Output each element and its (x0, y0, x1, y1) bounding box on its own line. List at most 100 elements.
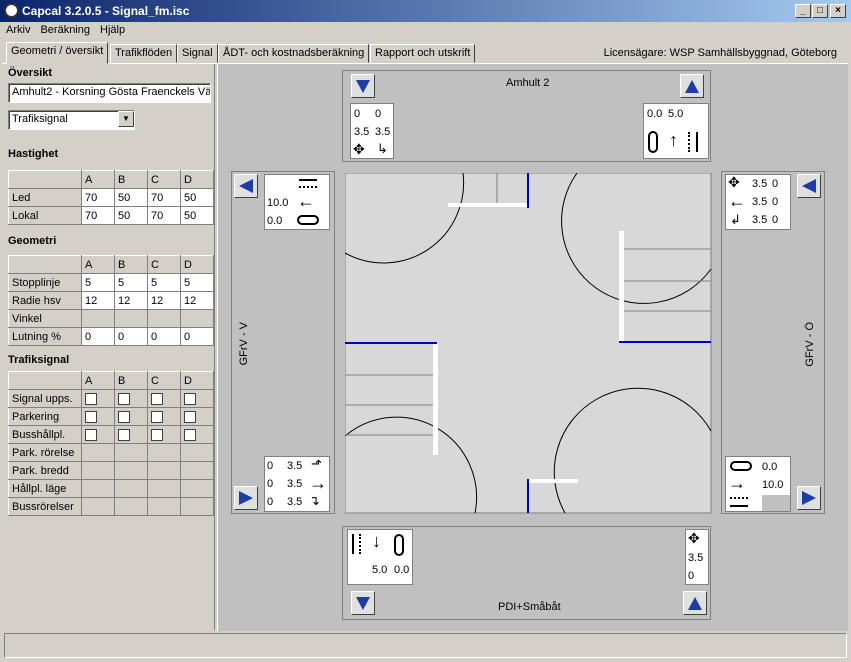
north-lane-box-left[interactable]: 0 0 3.5 3.5 ✥ ↳ (350, 103, 394, 159)
east-lane-box-top[interactable]: ✥ 3.5 0 ← 3.5 0 ↲ 3.5 0 (725, 174, 791, 230)
status-bar (4, 633, 847, 658)
tab-trafikfloden[interactable]: Trafikflöden (110, 44, 178, 63)
speed-cell[interactable]: 50 (180, 188, 214, 207)
tab-adt[interactable]: ÅDT- och kostnadsberäkning (218, 44, 370, 63)
menu-arkiv[interactable]: Arkiv (0, 22, 34, 36)
speed-heading: Hastighet (8, 148, 59, 160)
checkbox[interactable] (85, 392, 97, 405)
tab-rapport[interactable]: Rapport och utskrift (370, 44, 476, 63)
overview-heading: Översikt (8, 67, 53, 79)
arrow-down-button[interactable] (351, 74, 375, 98)
checkbox[interactable] (118, 428, 130, 441)
north-lane-box-right[interactable]: 0.0 5.0 ↑ (643, 103, 709, 159)
maximize-button[interactable]: □ (812, 4, 828, 18)
col-d: D (180, 255, 214, 274)
row-label: Busshållpl. (8, 425, 82, 444)
geo-cell[interactable]: 5 (147, 273, 181, 292)
arrow-right-icon: → (728, 473, 746, 493)
row-label: Led (8, 188, 82, 207)
geo-cell (180, 309, 214, 328)
col-c: C (147, 255, 181, 274)
speed-cell[interactable]: 70 (147, 188, 181, 207)
geo-cell[interactable]: 12 (81, 291, 115, 310)
geo-cell[interactable]: 0 (147, 327, 181, 346)
tab-geometri[interactable]: Geometri / översikt (6, 42, 109, 64)
tab-signal[interactable]: Signal (177, 44, 218, 63)
checkbox[interactable] (85, 428, 97, 441)
speed-cell[interactable]: 70 (147, 206, 181, 225)
geo-cell[interactable]: 0 (81, 327, 115, 346)
row-label: Stopplinje (8, 273, 82, 292)
checkbox[interactable] (85, 410, 97, 423)
checkbox[interactable] (184, 410, 196, 423)
arrow-left-icon: ← (297, 191, 315, 211)
checkbox[interactable] (184, 392, 196, 405)
menu-hjalp[interactable]: Hjälp (94, 22, 129, 36)
checkbox[interactable] (151, 428, 163, 441)
close-button[interactable]: × (830, 4, 846, 18)
arrow-up-button[interactable] (683, 591, 707, 615)
speed-table: ABCD Led 70 50 70 50 Lokal 70 50 70 50 (8, 170, 214, 225)
col-b: B (114, 255, 148, 274)
left-panel: Översikt Amhult2 - Korsning Gösta Fraenc… (4, 64, 215, 630)
row-label: Park. bredd (8, 461, 82, 480)
speed-cell[interactable]: 70 (81, 188, 115, 207)
arrow-up-button[interactable] (680, 74, 704, 98)
geo-cell (147, 309, 181, 328)
checkbox[interactable] (184, 428, 196, 441)
col-a: A (81, 170, 115, 189)
col-c: C (147, 371, 181, 390)
east-lane-box-bottom[interactable]: 0.0 → 10.0 (725, 456, 791, 512)
geo-cell[interactable]: 5 (81, 273, 115, 292)
approach-name: Amhult 2 (506, 77, 550, 89)
geo-cell (81, 309, 115, 328)
approach-name: PDI+Småbåt (498, 601, 561, 613)
south-lane-box-left[interactable]: ↓ 5.0 0.0 (347, 529, 413, 585)
geo-cell[interactable]: 0 (180, 327, 214, 346)
signal-table: ABCD Signal upps. Parkering Busshållpl. … (8, 371, 214, 516)
license-label: Licensägare: WSP Samhällsbyggnad, Götebo… (603, 47, 837, 59)
arrow-left-button[interactable] (797, 174, 821, 198)
speed-cell[interactable]: 50 (114, 206, 148, 225)
checkbox[interactable] (118, 392, 130, 405)
speed-cell[interactable]: 50 (114, 188, 148, 207)
south-lane-box-right[interactable]: ✥ 3.5 0 (685, 529, 709, 585)
arrow-down-button[interactable] (351, 591, 375, 615)
bike-lane-icon (688, 132, 690, 152)
control-type-value: Trafiksignal (12, 113, 68, 125)
right-turn-icon: ↴ (309, 493, 320, 508)
geo-cell[interactable]: 12 (147, 291, 181, 310)
west-lane-box-top[interactable]: 10.0 ← 0.0 (264, 174, 330, 230)
arrow-left-icon: ← (728, 191, 746, 211)
arrow-right-button[interactable] (797, 486, 821, 510)
control-type-select[interactable]: Trafiksignal ▼ (8, 110, 135, 130)
checkbox[interactable] (118, 410, 130, 423)
arrow-right-button[interactable] (234, 486, 258, 510)
row-label: Vinkel (8, 309, 82, 328)
geometry-heading: Geometri (8, 235, 57, 247)
checkbox[interactable] (151, 392, 163, 405)
west-approach-panel: GFrV - V 10.0 ← 0.0 0 3.5 ⬏ 0 3.5 → 0 3.… (231, 171, 335, 514)
arrow-left-button[interactable] (234, 174, 258, 198)
geo-cell[interactable]: 0 (114, 327, 148, 346)
arrow-down-icon: ↓ (372, 531, 381, 551)
checkbox[interactable] (151, 410, 163, 423)
bus-lane-icon (297, 215, 319, 225)
geo-cell[interactable]: 5 (114, 273, 148, 292)
minimize-button[interactable]: _ (795, 4, 811, 18)
speed-cell[interactable]: 70 (81, 206, 115, 225)
row-label: Radie hsv (8, 291, 82, 310)
header-blank (8, 371, 82, 390)
chevron-down-icon[interactable]: ▼ (118, 111, 134, 127)
bike-lane-icon (359, 534, 361, 554)
row-label: Lokal (8, 206, 82, 225)
geo-cell[interactable]: 5 (180, 273, 214, 292)
menu-bar: Arkiv Beräkning Hjälp (0, 22, 851, 40)
window-title: Capcal 3.2.0.5 - Signal_fm.isc (22, 4, 190, 18)
west-lane-box-bottom[interactable]: 0 3.5 ⬏ 0 3.5 → 0 3.5 ↴ (264, 456, 330, 512)
intersection-name-field[interactable]: Amhult2 - Korsning Gösta Fraenckels Väg (8, 83, 211, 103)
geo-cell[interactable]: 12 (114, 291, 148, 310)
menu-berakning[interactable]: Beräkning (34, 22, 94, 36)
speed-cell[interactable]: 50 (180, 206, 214, 225)
geo-cell[interactable]: 12 (180, 291, 214, 310)
